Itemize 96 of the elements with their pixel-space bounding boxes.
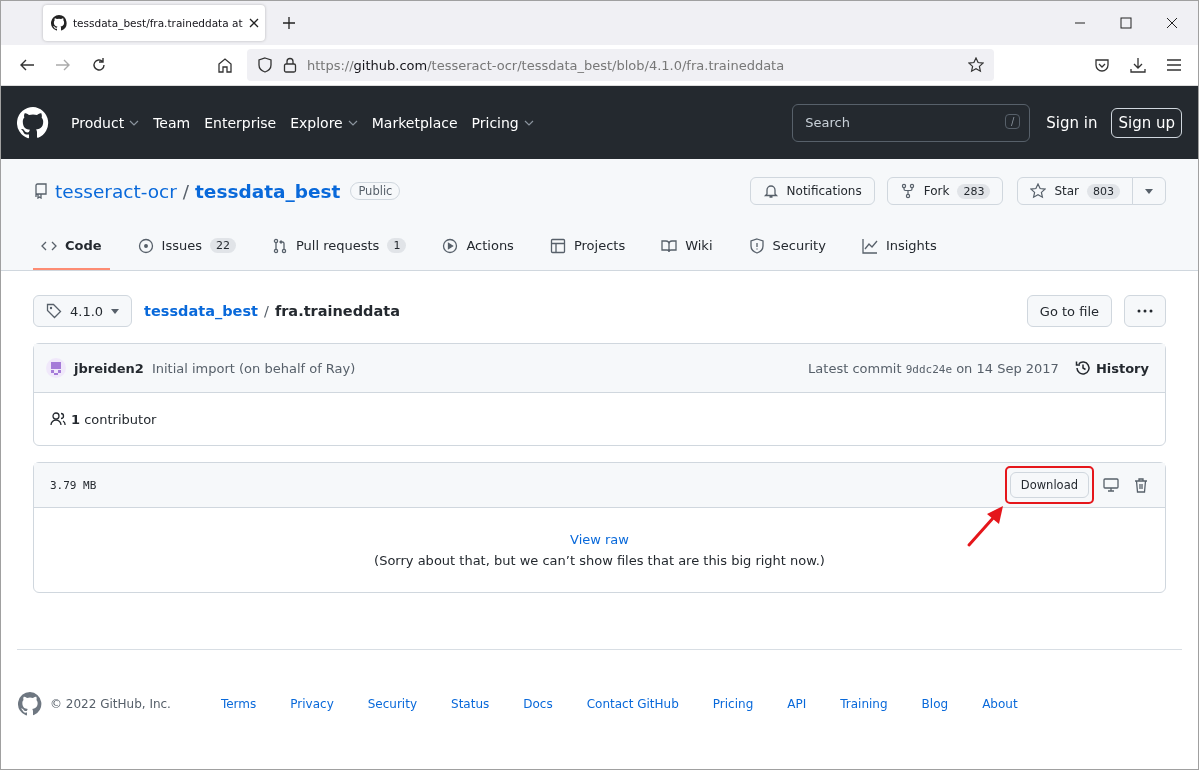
star-icon[interactable]	[968, 57, 984, 73]
history-link[interactable]: History	[1074, 360, 1149, 376]
circle-dot-icon	[137, 237, 154, 254]
footer-link[interactable]: Privacy	[290, 697, 334, 711]
address-bar[interactable]: https://github.com/tesseract-ocr/tessdata_best/blob/4.1.0/fra.traineddata	[247, 49, 994, 81]
ellipsis-icon	[1137, 309, 1153, 313]
table-icon	[549, 237, 566, 254]
path-separator: /	[182, 180, 189, 202]
menu-icon[interactable]	[1166, 57, 1182, 73]
tab-title: tessdata_best/fra.traineddata at	[73, 17, 243, 29]
path-separator: /	[264, 303, 269, 319]
tab-counter: 1	[387, 238, 407, 253]
footer-link[interactable]: Blog	[921, 697, 949, 711]
notifications-button[interactable]: Notifications	[749, 177, 875, 205]
repo-name-link[interactable]: tessdata_best	[195, 180, 341, 202]
star-icon	[1030, 183, 1047, 199]
contributors-text: 1 contributor	[71, 411, 157, 427]
history-icon	[1074, 360, 1091, 376]
file-name: fra.traineddata	[274, 303, 400, 319]
repo-link[interactable]: tessdata_best	[144, 303, 258, 319]
home-icon[interactable]	[217, 57, 233, 73]
file-size: 3.79 MB	[50, 478, 97, 492]
desktop-icon[interactable]	[1103, 477, 1119, 493]
repo-tab[interactable]: Projects	[541, 223, 634, 270]
sign-up-button[interactable]: Sign up	[1111, 107, 1182, 138]
pull-request-icon	[272, 237, 288, 254]
fork-button[interactable]: Fork 283	[886, 177, 1004, 205]
bell-icon	[762, 183, 779, 199]
owner-link[interactable]: tesseract-ocr	[55, 180, 177, 202]
go-to-file-button[interactable]: Go to file	[1026, 295, 1112, 327]
chevron-down-icon	[523, 119, 534, 126]
fork-icon	[899, 183, 916, 199]
star-count: 803	[1087, 183, 1120, 199]
nav-link[interactable]: Enterprise	[204, 114, 277, 131]
close-icon[interactable]	[248, 18, 259, 28]
footer-link[interactable]: Pricing	[712, 697, 754, 711]
author-link[interactable]: jbreiden2	[74, 360, 144, 376]
reload-icon[interactable]	[91, 57, 107, 73]
footer-link[interactable]: Contact GitHub	[586, 697, 679, 711]
tab-counter: 22	[210, 238, 236, 253]
nav-link[interactable]: Explore	[290, 114, 358, 131]
repo-tab[interactable]: Code	[33, 223, 110, 270]
download-icon[interactable]	[1130, 57, 1146, 73]
github-logo-icon	[51, 15, 67, 31]
footer-link[interactable]: About	[982, 697, 1018, 711]
shield-icon	[748, 237, 765, 254]
new-tab-icon[interactable]	[283, 17, 295, 29]
footer-link[interactable]: Docs	[523, 697, 553, 711]
github-logo-icon[interactable]	[17, 106, 49, 139]
copyright-text: © 2022 GitHub, Inc.	[50, 697, 171, 711]
footer-link[interactable]: Security	[367, 697, 417, 711]
repo-tab[interactable]: Security	[740, 223, 834, 270]
star-menu-button[interactable]	[1132, 177, 1166, 205]
commit-info: Latest commit 9ddc24e on 14 Sep 2017	[808, 360, 1059, 376]
tag-icon	[46, 303, 62, 319]
footer-link[interactable]: API	[787, 697, 807, 711]
repo-tab[interactable]: Issues 22	[129, 223, 244, 270]
chevron-down-icon	[347, 119, 358, 126]
pocket-icon[interactable]	[1094, 57, 1110, 73]
trash-icon[interactable]	[1133, 477, 1149, 493]
commit-message: Initial import (on behalf of Ray)	[151, 360, 356, 376]
lock-icon	[283, 57, 297, 73]
url-text: https://github.com/tesseract-ocr/tessdata_best/blob/4.1.0/fra.traineddata	[307, 57, 786, 73]
people-icon	[50, 411, 66, 427]
branch-selector[interactable]: 4.1.0	[33, 295, 133, 327]
browser-tab[interactable]: tessdata_best/fra.traineddata at	[43, 5, 265, 41]
star-button[interactable]: Star 803	[1017, 177, 1133, 205]
footer-link[interactable]: Training	[840, 697, 888, 711]
close-icon[interactable]	[1166, 17, 1178, 29]
repo-tab[interactable]: Pull requests 1	[264, 223, 415, 270]
footer-link[interactable]: Terms	[220, 697, 257, 711]
caret-icon	[1145, 188, 1153, 194]
fork-count: 283	[957, 183, 991, 199]
avatar-icon	[46, 358, 66, 378]
file-too-big-message: (Sorry about that, but we can’t show files that are this big right now.)	[374, 553, 825, 568]
nav-link[interactable]: Pricing	[471, 114, 534, 131]
back-icon[interactable]	[19, 57, 35, 73]
chevron-down-icon	[129, 119, 140, 126]
repo-tab[interactable]: Insights	[853, 223, 945, 270]
repo-icon	[33, 183, 49, 199]
shortcut-key: /	[1004, 113, 1021, 129]
maximize-icon[interactable]	[1120, 17, 1132, 29]
graph-icon	[861, 237, 878, 254]
download-button[interactable]: Download	[1009, 472, 1089, 498]
caret-icon	[111, 308, 120, 314]
repo-tab[interactable]: Actions	[434, 223, 522, 270]
repo-tab[interactable]: Wiki	[653, 223, 721, 270]
view-raw-link[interactable]: View raw	[570, 532, 629, 547]
nav-link[interactable]: Product	[71, 114, 140, 131]
book-icon	[661, 237, 678, 254]
nav-link[interactable]: Team	[153, 114, 191, 131]
play-icon	[442, 237, 459, 254]
sign-in-link[interactable]: Sign in	[1046, 113, 1098, 132]
nav-link[interactable]: Marketplace	[371, 114, 458, 131]
footer-link[interactable]: Status	[451, 697, 490, 711]
shield-icon	[257, 57, 273, 73]
